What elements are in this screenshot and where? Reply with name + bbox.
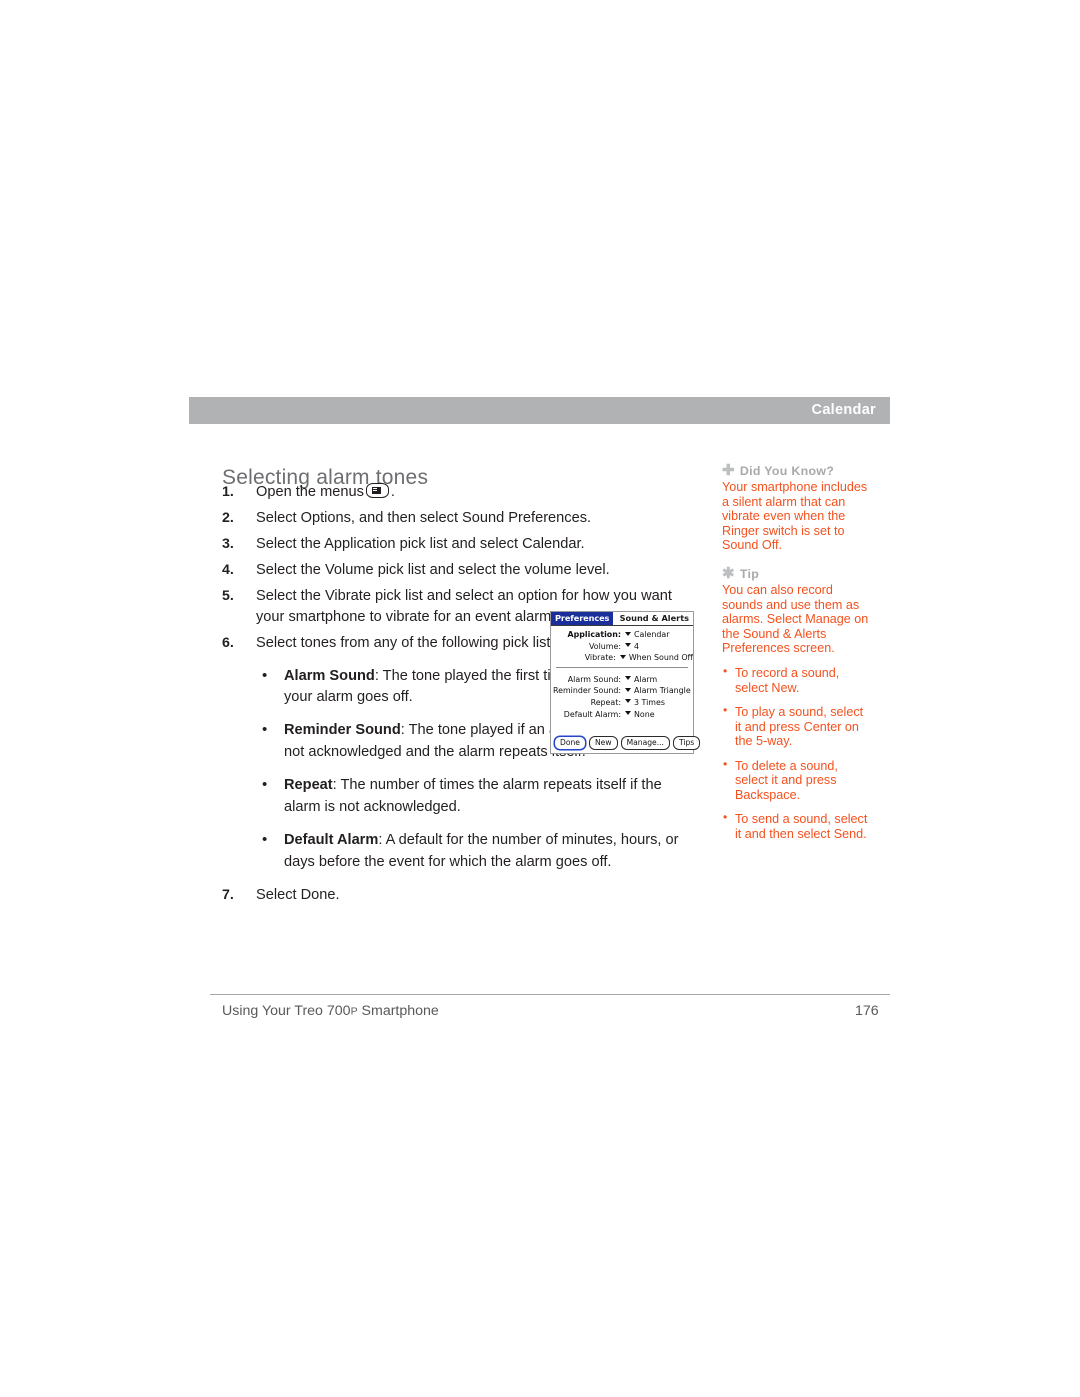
step-item-4: 4. Select the Volume pick list and selec… [222,560,692,581]
term-label: Default Alarm [284,832,379,849]
tip-body: You can also record sounds and use them … [722,583,869,656]
list-item: Repeat: The number of times the alarm re… [256,774,692,818]
tip-heading-text: Tip [739,566,760,581]
chevron-down-icon [625,676,631,681]
done-button[interactable]: Done [554,735,586,750]
plus-icon: ✚ [722,462,735,480]
footer-title-smallcap: P [350,1005,358,1018]
running-header-bar: Calendar [189,397,890,424]
step-number: 7. [222,887,234,904]
pda-field-default-alarm[interactable]: Default Alarm: None [551,709,693,721]
term-label: Alarm Sound [284,667,375,684]
tip-heading: ✱ Tip [722,565,872,583]
step-text: Select Options, and then select Sound Pr… [256,509,592,526]
step-item-7: 7. Select Done. [222,885,692,906]
chapter-name: Calendar [811,402,876,418]
footer-title-part1: Using Your Treo 700 [222,1003,351,1019]
step-item-3: 3. Select the Application pick list and … [222,534,692,555]
did-you-know-block: ✚ Did You Know? Your smartphone includes… [722,462,872,553]
pda-title-bar: Preferences Sound & Alerts [551,612,693,626]
pda-value-text: Alarm Triangle [634,686,691,696]
pda-top-fields: Application: Calendar Volume: 4 Vibrate:… [551,626,694,664]
pda-field-alarm-sound[interactable]: Alarm Sound: Alarm [551,674,693,686]
term-description: : The number of times the alarm repeats … [284,777,662,815]
pda-field-label: Default Alarm: [563,709,621,719]
pda-field-application[interactable]: Application: Calendar [551,629,693,641]
pda-field-vibrate[interactable]: Vibrate: When Sound Off [551,652,693,664]
step-text: Select the Application pick list and sel… [256,535,585,552]
pda-field-value[interactable]: Alarm [625,674,657,686]
pda-value-text: When Sound Off [628,653,693,663]
step-number: 5. [222,587,234,604]
term-label: Reminder Sound [284,722,401,739]
chevron-down-icon [625,711,631,716]
pda-field-value[interactable]: When Sound Off [619,652,693,664]
did-you-know-body: Your smartphone includes a silent alarm … [722,480,868,553]
pda-field-label: Reminder Sound: [553,686,621,696]
step-text: Select the Volume pick list and select t… [256,561,610,578]
pda-field-label: Repeat: [590,697,621,707]
step-number: 1. [222,484,234,500]
step-text-before: Open the menus [256,484,364,500]
pda-screenshot-figure: Preferences Sound & Alerts Application: … [550,611,701,754]
step-number: 6. [222,635,234,652]
pda-field-reminder-sound[interactable]: Reminder Sound: Alarm Triangle [551,685,693,697]
tip-bullet-list: To record a sound, select New. To play a… [722,665,872,841]
new-button[interactable]: New [588,735,618,750]
step-item-1: 1. Open the menus. [222,482,692,503]
footer-divider [210,994,890,995]
pda-bottom-fields: Alarm Sound: Alarm Reminder Sound: Alarm… [551,671,693,720]
step-text: Select Done. [256,887,340,904]
chevron-down-icon [625,699,631,704]
pda-section-divider [556,666,688,668]
step-text-after: . [390,484,395,500]
step-number: 4. [222,561,234,578]
pda-value-text: Alarm [634,674,658,684]
asterisk-icon: ✱ [722,565,735,583]
term-label: Repeat [284,777,333,794]
pda-field-label: Alarm Sound: [567,674,621,684]
step-text: Select tones from any of the following p… [256,635,562,652]
list-item: Default Alarm: A default for the number … [256,829,692,873]
pda-field-volume[interactable]: Volume: 4 [551,641,693,653]
list-item: To record a sound, select New. [722,665,872,695]
footer-book-title: Using Your Treo 700P Smartphone [222,1003,439,1019]
pda-field-repeat[interactable]: Repeat: 3 Times [551,697,693,709]
pda-button-bar: Done New Manage... Tips [554,735,701,750]
did-you-know-heading-text: Did You Know? [739,464,835,478]
page-number: 176 [855,1003,879,1019]
pda-value-text: None [634,709,655,719]
menu-key-icon [365,483,389,498]
step-number: 2. [222,509,234,526]
pda-value-text: Calendar [634,630,670,639]
list-item: To send a sound, select it and then sele… [722,811,872,841]
manage-button[interactable]: Manage... [620,735,670,750]
chevron-down-icon [619,654,626,659]
list-item: To delete a sound, select it and press B… [722,758,872,803]
footer-title-part2: Smartphone [357,1003,439,1019]
pda-field-value[interactable]: 3 Times [625,697,665,709]
pda-field-value[interactable]: Alarm Triangle [625,685,691,697]
tip-block: ✱ Tip You can also record sounds and use… [722,565,872,841]
list-item: To play a sound, select it and press Cen… [722,704,872,749]
pda-value-text: 3 Times [634,697,665,707]
margin-notes-sidebar: ✚ Did You Know? Your smartphone includes… [722,462,872,855]
pda-field-label: Vibrate: [584,653,616,663]
chevron-down-icon [625,687,631,692]
pda-field-value[interactable]: 4 [625,641,639,653]
chevron-down-icon [625,643,631,648]
pda-field-value[interactable]: None [625,709,655,721]
did-you-know-heading: ✚ Did You Know? [722,462,872,480]
step-text: Open the menus. [256,482,692,503]
pda-field-value[interactable]: Calendar [625,629,669,641]
pda-value-text: 4 [634,641,640,651]
step-item-2: 2. Select Options, and then select Sound… [222,508,692,529]
chevron-down-icon [625,631,631,636]
pda-field-label: Volume: [588,641,621,651]
pda-field-label: Application: [567,630,622,639]
tips-button[interactable]: Tips [672,735,701,750]
step-number: 3. [222,535,234,552]
pda-app-title[interactable]: Preferences [551,612,614,625]
pda-screen-title: Sound & Alerts [619,613,689,623]
